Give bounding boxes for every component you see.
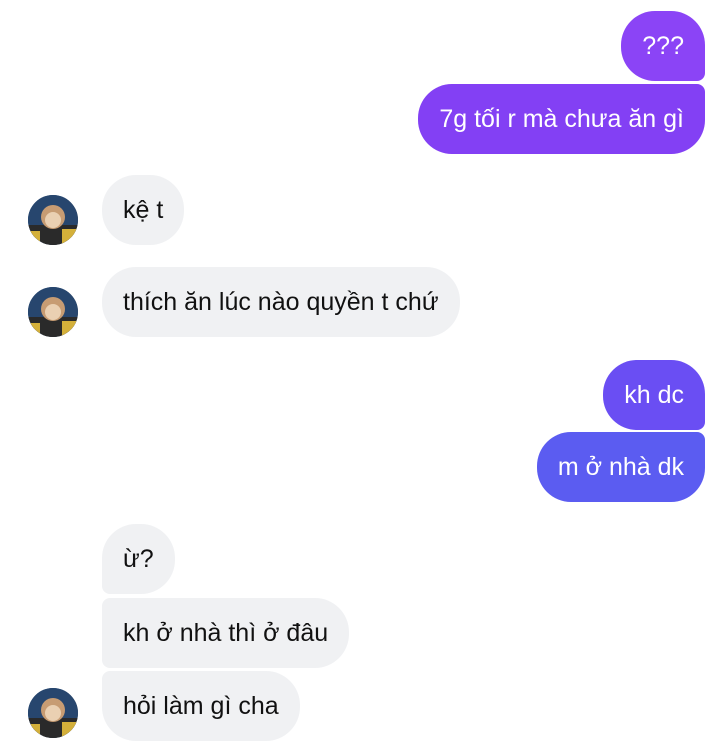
message-bubble-outgoing[interactable]: m ở nhà dk <box>536 432 705 502</box>
message-text: kệ t <box>123 195 164 224</box>
avatar-image <box>28 195 78 245</box>
message-bubble-incoming[interactable]: hỏi làm gì cha <box>102 671 300 741</box>
message-bubble-incoming[interactable]: ừ? <box>102 524 175 594</box>
message-bubble-outgoing[interactable]: 7g tối r mà chưa ăn gì <box>418 84 705 154</box>
message-text: m ở nhà dk <box>557 452 684 481</box>
message-text: 7g tối r mà chưa ăn gì <box>439 104 684 133</box>
chat-thread: ??? 7g tối r mà chưa ăn gì kệ t thích ăn… <box>0 0 720 747</box>
user-avatar-icon[interactable] <box>28 195 78 245</box>
message-text: thích ăn lúc nào quyền t chứ <box>123 287 439 316</box>
message-bubble-outgoing[interactable]: kh dc <box>603 360 705 430</box>
user-avatar-icon[interactable] <box>28 287 78 337</box>
message-text: ừ? <box>123 544 154 573</box>
message-bubble-incoming[interactable]: thích ăn lúc nào quyền t chứ <box>102 267 460 337</box>
message-text: ??? <box>642 31 684 60</box>
user-avatar-icon[interactable] <box>28 688 78 738</box>
avatar-image <box>28 287 78 337</box>
avatar-image <box>28 688 78 738</box>
message-bubble-outgoing[interactable]: ??? <box>621 11 705 81</box>
message-bubble-incoming[interactable]: kệ t <box>102 175 185 245</box>
message-text: kh ở nhà thì ở đâu <box>123 618 329 647</box>
message-text: hỏi làm gì cha <box>123 691 279 720</box>
message-bubble-incoming[interactable]: kh ở nhà thì ở đâu <box>102 598 350 668</box>
message-text: kh dc <box>624 380 684 409</box>
